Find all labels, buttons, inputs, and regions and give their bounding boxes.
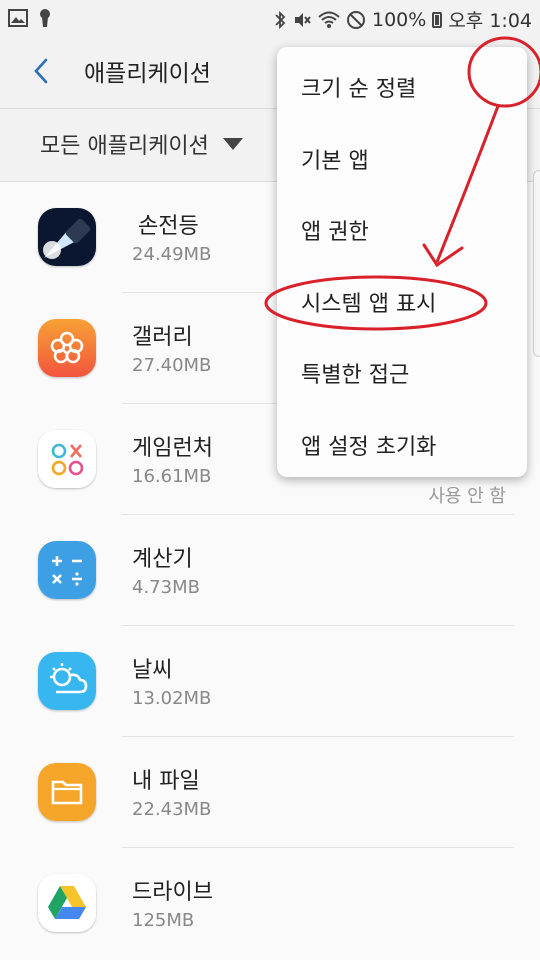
- back-chevron-icon[interactable]: [28, 56, 56, 86]
- gallery-icon: [38, 319, 96, 377]
- page-title: 애플리케이션: [84, 61, 211, 87]
- list-item-my-files[interactable]: 내 파일 22.43MB: [0, 737, 540, 848]
- overflow-menu: 크기 순 정렬 기본 앱 앱 권한 시스템 앱 표시 특별한 접근 앱 설정 초…: [277, 47, 527, 477]
- wifi-icon: [318, 11, 340, 28]
- status-bar-right: 100% 오후 1:04: [274, 6, 532, 33]
- calculator-icon: [38, 541, 96, 599]
- weather-icon: [38, 652, 96, 710]
- app-name: 게임런처: [132, 436, 213, 461]
- drive-icon: [38, 874, 96, 932]
- clock: 오후 1:04: [448, 10, 532, 32]
- list-item-drive[interactable]: 드라이브 125MB: [0, 848, 540, 959]
- status-bar-left: [8, 8, 52, 28]
- menu-item-sort-by-size[interactable]: 크기 순 정렬: [301, 71, 416, 103]
- side-scroll-handle[interactable]: [533, 170, 540, 357]
- app-size: 4.73MB: [132, 577, 200, 598]
- menu-item-app-permissions[interactable]: 앱 권한: [301, 214, 369, 246]
- app-name: 드라이브: [132, 880, 213, 905]
- app-status: 사용 안 함: [428, 486, 506, 507]
- menu-item-special-access[interactable]: 특별한 접근: [301, 357, 409, 389]
- app-size: 27.40MB: [132, 355, 212, 376]
- app-name: 계산기: [132, 547, 193, 572]
- my-files-icon: [38, 763, 96, 821]
- app-size: 16.61MB: [132, 466, 212, 487]
- do-not-disturb-icon: [347, 10, 365, 29]
- app-size: 24.49MB: [132, 244, 212, 265]
- app-size: 125MB: [132, 910, 195, 931]
- battery-percent: 100%: [372, 8, 427, 31]
- keyhole-icon: [40, 9, 50, 27]
- app-size: 22.43MB: [132, 799, 212, 820]
- mute-icon: [295, 12, 311, 27]
- game-launcher-icon: [38, 430, 96, 488]
- menu-item-show-system-apps[interactable]: 시스템 앱 표시: [301, 286, 436, 318]
- dropdown-arrow-icon: [222, 138, 243, 150]
- app-size: 13.02MB: [132, 688, 212, 709]
- app-name: 갤러리: [132, 325, 193, 350]
- image-icon: [8, 9, 28, 27]
- menu-item-default-apps[interactable]: 기본 앱: [301, 143, 369, 175]
- app-filter-dropdown[interactable]: 모든 애플리케이션: [40, 128, 243, 160]
- menu-item-reset-app-preferences[interactable]: 앱 설정 초기화: [301, 429, 436, 461]
- bluetooth-icon: [275, 10, 286, 29]
- app-filter-label: 모든 애플리케이션: [40, 134, 209, 159]
- battery-icon: [432, 11, 443, 28]
- app-name: 내 파일: [132, 769, 200, 794]
- app-name: 날씨: [132, 658, 173, 683]
- status-bar: 100% 오후 1:04: [0, 0, 540, 36]
- flashlight-icon: [38, 208, 96, 266]
- app-name: 손전등: [138, 214, 199, 239]
- list-item-weather[interactable]: 날씨 13.02MB: [0, 626, 540, 737]
- list-item-calculator[interactable]: 계산기 4.73MB: [0, 515, 540, 626]
